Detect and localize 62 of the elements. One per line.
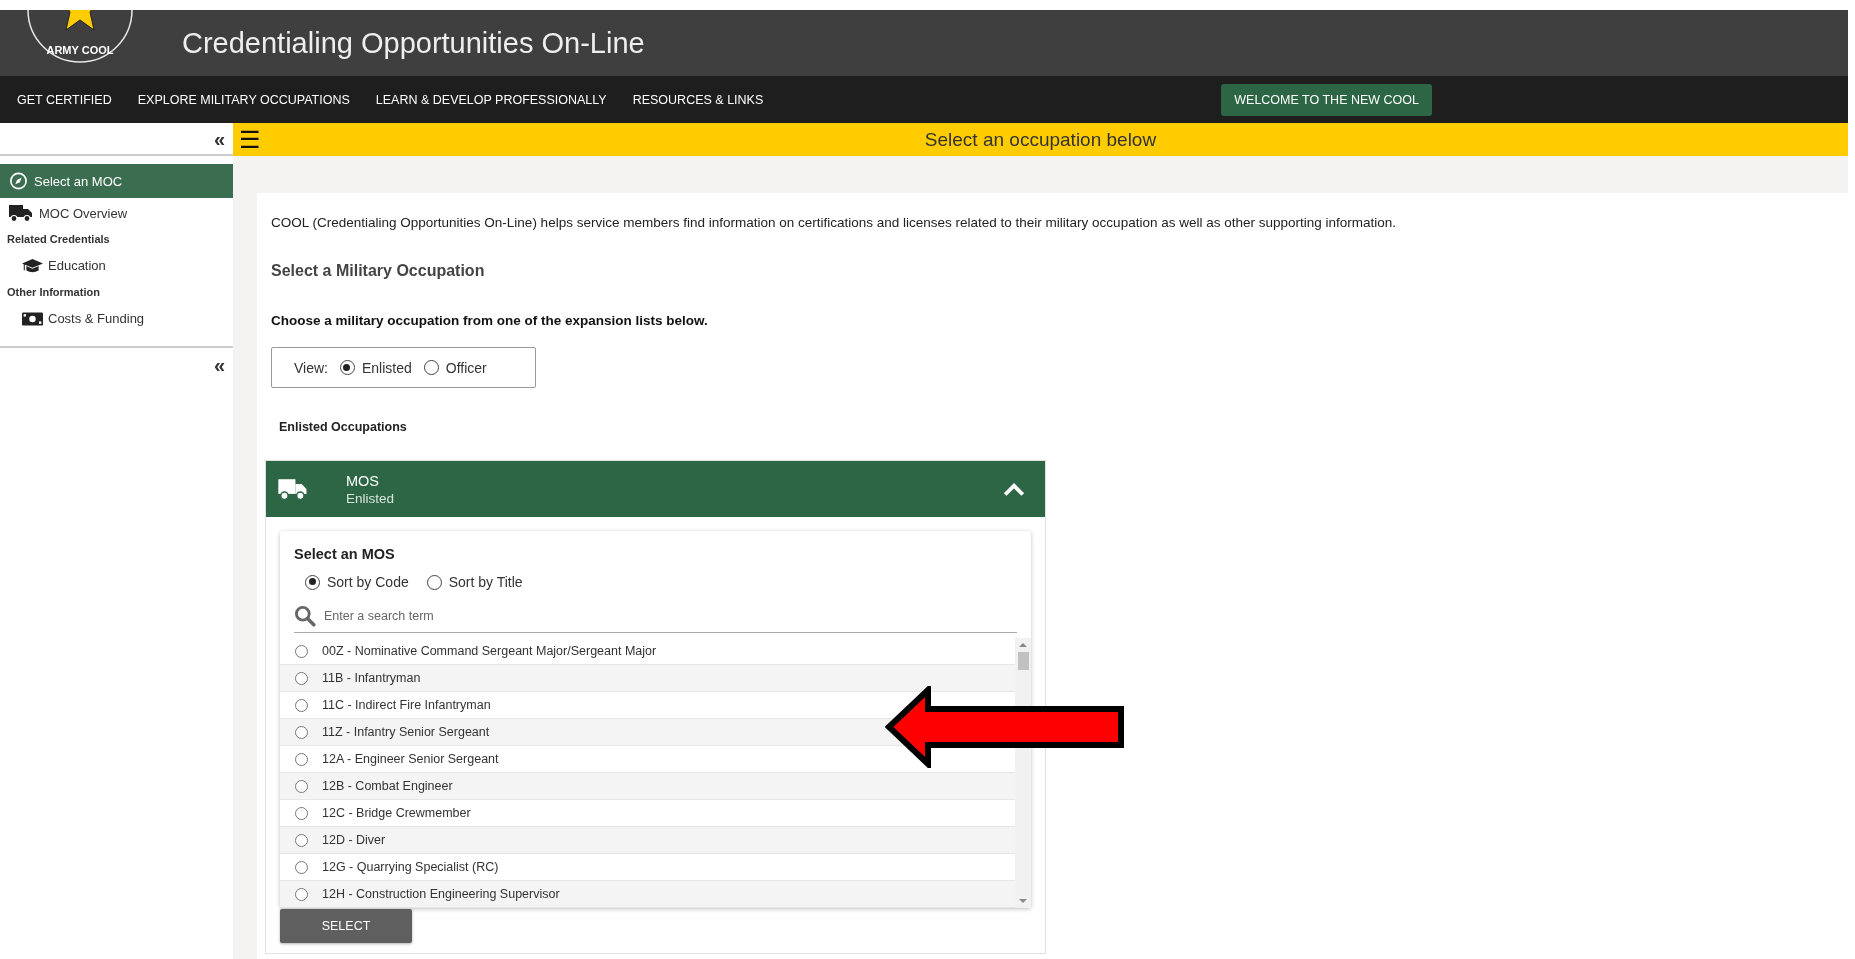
radio-button[interactable]: [423, 360, 439, 375]
graduation-cap-icon: [22, 256, 43, 275]
radio-button[interactable]: [295, 644, 308, 658]
accordion-title: MOS: [346, 472, 381, 489]
list-option[interactable]: 12G - Quarrying Specialist (RC): [295, 860, 499, 874]
list-option[interactable]: 11Z - Infantry Senior Sergeant: [295, 725, 490, 739]
search-field[interactable]: Enter a search term: [322, 608, 1017, 624]
instruction-text: Choose a military occupation from one of the expansion lists below.: [271, 313, 709, 328]
radio-option[interactable]: Sort by Code: [305, 574, 409, 590]
banner-text: Select an occupation below: [924, 128, 1157, 151]
card-title: Select an MOS: [294, 546, 396, 562]
truck-icon: [278, 478, 308, 500]
radio-button[interactable]: [426, 574, 442, 590]
radio-button[interactable]: [295, 698, 308, 712]
view-label: View:: [294, 359, 328, 376]
select-button[interactable]: SELECT: [280, 909, 412, 943]
nav-link[interactable]: RESOURCES & LINKS: [632, 92, 764, 107]
search-icon: [294, 605, 316, 627]
list-option[interactable]: 12C - Bridge Crewmember: [295, 806, 471, 820]
list-option[interactable]: 12A - Engineer Senior Sergeant: [295, 752, 499, 766]
radio-button[interactable]: [305, 574, 320, 590]
welcome-button[interactable]: WELCOME TO THE NEW COOL: [1221, 83, 1432, 116]
list-option[interactable]: 12B - Combat Engineer: [295, 779, 453, 793]
compass-icon: [8, 172, 29, 190]
list-option[interactable]: 12H - Construction Engineering Supervisor: [295, 887, 560, 901]
menu-button[interactable]: ☰: [233, 127, 267, 152]
section-title: Select a Military Occupation: [271, 262, 486, 280]
accordion-subtitle: Enlisted: [346, 490, 395, 506]
collapse-button[interactable]: «: [205, 128, 233, 149]
nav-link[interactable]: LEARN & DEVELOP PROFESSIONALLY: [375, 92, 607, 107]
sidebar-heading: Related Credentials: [6, 232, 111, 247]
radio-option[interactable]: Sort by Title: [426, 574, 523, 590]
truck-icon: [8, 204, 34, 222]
sidebar-item[interactable]: Select an MOC: [0, 164, 233, 198]
radio-button[interactable]: [295, 860, 308, 874]
radio-button[interactable]: [340, 360, 355, 375]
accordion-header[interactable]: MOS Enlisted: [266, 461, 1045, 517]
sidebar-item[interactable]: MOC Overview: [0, 198, 233, 228]
radio-button[interactable]: [295, 806, 308, 820]
intro-text: COOL (Credentialing Opportunities On-Line) helps service members find information on certifications and licenses related to their military occupation as well as other supporting information.: [271, 215, 1398, 230]
collapse-button[interactable]: «: [205, 355, 233, 375]
radio-button[interactable]: [295, 833, 308, 847]
sidebar-item[interactable]: Costs & Funding: [0, 303, 233, 334]
list-option[interactable]: 11C - Indirect Fire Infantryman: [295, 698, 491, 712]
sidebar-heading: Other Information: [6, 285, 101, 300]
radio-button[interactable]: [295, 671, 308, 685]
site-title: Credentialing Opportunities On-Line: [182, 26, 645, 60]
radio-button[interactable]: [295, 779, 308, 793]
list-option[interactable]: 12D - Diver: [295, 833, 386, 847]
scroll-thumb[interactable]: [1017, 652, 1029, 670]
radio-button[interactable]: [295, 887, 308, 901]
list-heading: Enlisted Occupations: [278, 420, 408, 434]
list-option[interactable]: 11B - Infantryman: [295, 671, 421, 685]
nav-link[interactable]: EXPLORE MILITARY OCCUPATIONS: [137, 92, 350, 107]
radio-button[interactable]: [295, 752, 308, 766]
list-option[interactable]: 00Z - Nominative Command Sergeant Major/Sergeant Major: [295, 644, 657, 658]
army-cool-logo[interactable]: ARMY COOL: [14, 10, 144, 76]
sidebar-item[interactable]: Education: [0, 250, 233, 281]
radio-option[interactable]: Enlisted: [340, 359, 412, 376]
nav-link[interactable]: GET CERTIFIED: [17, 92, 112, 107]
radio-button[interactable]: [295, 725, 308, 739]
radio-option[interactable]: Officer: [423, 359, 487, 376]
